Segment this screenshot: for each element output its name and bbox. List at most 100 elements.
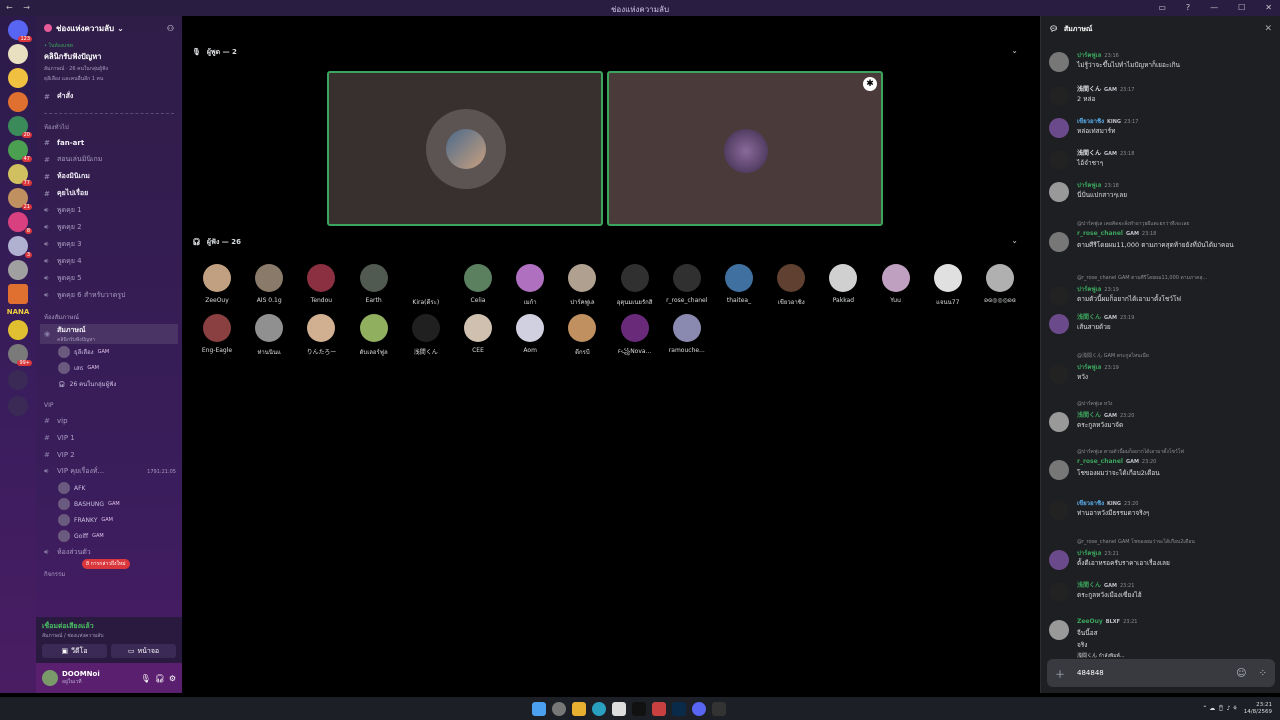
- help-icon[interactable]: ?: [1186, 3, 1190, 12]
- vip-voice-channel[interactable]: 🔊︎ VIP คุยเรื่องทั่... 1791:21:05: [36, 463, 182, 480]
- message-author[interactable]: ZeeOuy BLXF 23:21: [1077, 618, 1137, 625]
- listener[interactable]: ดับเลอร์ฟูล: [351, 314, 397, 357]
- message-author[interactable]: 浅間くん GAM 23:19: [1077, 312, 1134, 321]
- avatar[interactable]: [1049, 412, 1069, 432]
- server-icon[interactable]: [8, 260, 28, 280]
- category-interview[interactable]: ห้องสัมภาษณ์: [36, 310, 182, 324]
- vip-channel-item[interactable]: # VIP 2: [36, 446, 182, 463]
- avatar[interactable]: [1049, 86, 1069, 106]
- server-icon[interactable]: [8, 92, 28, 112]
- plus-icon[interactable]: ＋: [1055, 666, 1065, 681]
- message-author[interactable]: ปาร์คฟูเล 23:18: [1077, 180, 1119, 190]
- video-button[interactable]: ▣ วีดีโอ: [42, 644, 107, 658]
- listener[interactable]: แจนน77: [925, 264, 971, 307]
- start-icon[interactable]: [532, 701, 546, 716]
- event-card[interactable]: • ในห้องแชท คลินิกรับฟังปัญหา สัมภาษณ์ ·…: [36, 40, 182, 88]
- reply-preview[interactable]: @ปาร์คฟูเล หวัง: [1077, 400, 1112, 408]
- listener[interactable]: AIS 0.1g: [246, 264, 292, 304]
- minimize-button[interactable]: —: [1210, 3, 1218, 12]
- listener[interactable]: ดีกรบี: [559, 314, 605, 357]
- listener[interactable]: thaitea_: [716, 264, 762, 304]
- folder-icon[interactable]: [572, 701, 586, 716]
- listener[interactable]: อุตุนมเนยรักสิ: [612, 264, 658, 307]
- message-author[interactable]: เขียวอาชิง KING 23:20: [1077, 498, 1138, 508]
- speaker-tile[interactable]: ✱: [607, 71, 883, 226]
- collapse-listeners-icon[interactable]: ⌄: [1011, 236, 1018, 245]
- server-icon[interactable]: 47: [8, 140, 32, 162]
- avatar[interactable]: [1049, 620, 1069, 640]
- gear-icon[interactable]: ⚙: [169, 674, 176, 683]
- close-icon[interactable]: ✕: [1264, 24, 1272, 34]
- speaker-tile[interactable]: [327, 71, 603, 226]
- category-vip[interactable]: VIP: [36, 398, 182, 412]
- tray-icons[interactable]: ⌃ ☁ 🔋︎ ♪ ⚘: [1202, 705, 1237, 712]
- avatar[interactable]: [1049, 182, 1069, 202]
- apps-icon[interactable]: ⁘: [1259, 668, 1267, 679]
- collapse-speakers-icon[interactable]: ⌄: [1011, 46, 1018, 55]
- server-icon[interactable]: 99+: [8, 344, 32, 366]
- stage-listeners-count[interactable]: 🎧︎ 26 คนในกลุ่มผู้ฟัง: [36, 376, 182, 392]
- message-author[interactable]: 浅間くん GAM 23:20: [1077, 410, 1134, 419]
- reply-preview[interactable]: @r_rose_chanel GAM ตามศีรีโดยผม11,000 ตา…: [1077, 274, 1207, 282]
- emoji-icon[interactable]: ☺: [1236, 668, 1246, 679]
- reply-preview[interactable]: @浅間くん GAM ตระกูลไหนเนี่ย: [1077, 352, 1149, 360]
- store-icon[interactable]: [612, 701, 626, 716]
- chat-input[interactable]: ＋ 484848 ☺ ⁘: [1047, 659, 1275, 687]
- stage-user[interactable]: เสธ GAM: [36, 360, 182, 376]
- message-author[interactable]: 浅間くん GAM 23:18: [1077, 148, 1134, 157]
- voice-channel-item[interactable]: 🔊︎ พูดคุย 6 สำหรับวาดรูป: [36, 287, 182, 304]
- message-author[interactable]: ปาร์คฟูเล 23:19: [1077, 284, 1119, 294]
- listener[interactable]: r_rose_chanel: [664, 264, 710, 304]
- add-server-icon[interactable]: [8, 370, 28, 390]
- message-author[interactable]: 浅間くん GAM 23:17: [1077, 84, 1134, 93]
- voice-channel-item[interactable]: 🔊︎ พูดคุย 3: [36, 236, 182, 253]
- server-icon[interactable]: 8: [8, 212, 32, 234]
- listener[interactable]: Pakkad: [820, 264, 866, 304]
- avatar[interactable]: [1049, 550, 1069, 570]
- message-author[interactable]: ปาร์คฟูเล 23:19: [1077, 362, 1119, 372]
- inbox-icon[interactable]: ▭: [1158, 3, 1166, 12]
- avatar[interactable]: [1049, 52, 1069, 72]
- server-icon[interactable]: 77: [8, 164, 32, 186]
- channel-commands[interactable]: # คำสั่ง: [36, 88, 182, 105]
- listener[interactable]: Earth: [351, 264, 397, 304]
- channel-item[interactable]: # ห้องมินิเกม: [36, 168, 182, 185]
- message-author[interactable]: r_rose_chanel GAM 23:20: [1077, 458, 1156, 465]
- channel-item[interactable]: # fan-art: [36, 134, 182, 151]
- listener[interactable]: ramouche...: [664, 314, 710, 354]
- avatar[interactable]: [1049, 232, 1069, 252]
- voice-channel-item[interactable]: 🔊︎ พูดคุย 4: [36, 253, 182, 270]
- vip-channel-item[interactable]: # vip: [36, 412, 182, 429]
- listener[interactable]: Kira(ดีระ): [403, 264, 449, 307]
- avatar[interactable]: [42, 670, 58, 686]
- clock[interactable]: 23:21 14/8/2569: [1244, 702, 1272, 716]
- listener[interactable]: เมก้า: [507, 264, 553, 307]
- voice-user[interactable]: FRANKY GAM: [36, 512, 182, 528]
- message-author[interactable]: เขียวอาชิง KING 23:17: [1077, 116, 1138, 126]
- listener[interactable]: Celia: [455, 264, 501, 304]
- maximize-button[interactable]: ☐: [1238, 3, 1245, 12]
- explore-icon[interactable]: [8, 396, 28, 416]
- voice-user[interactable]: AFK: [36, 480, 182, 496]
- channel-item[interactable]: # สอนเล่นมินิเกม: [36, 151, 182, 168]
- voice-channel-item[interactable]: 🔊︎ พูดคุย 5: [36, 270, 182, 287]
- voice-user[interactable]: Golff GAM: [36, 528, 182, 544]
- stage-user[interactable]: ธุลีเลือง GAM: [36, 344, 182, 360]
- search-icon[interactable]: [552, 701, 566, 716]
- listener[interactable]: Yuu: [873, 264, 919, 304]
- edge-icon[interactable]: [592, 701, 606, 716]
- voice-user[interactable]: BASHUNG GAM: [36, 496, 182, 512]
- channel-item[interactable]: # คุยไปเรื่อย: [36, 185, 182, 202]
- voice-channel-item[interactable]: 🔊︎ พูดคุย 1: [36, 202, 182, 219]
- server-icon[interactable]: 20: [8, 116, 32, 138]
- listener[interactable]: ʚɞ◎◎◎ʚɞ: [977, 264, 1023, 304]
- category-general[interactable]: ห้องทั่วไป: [36, 120, 182, 134]
- listener[interactable]: ปาร์คฟูเล: [559, 264, 605, 307]
- photoshop-icon[interactable]: [672, 701, 686, 716]
- avatar[interactable]: [1049, 314, 1069, 334]
- xbox-icon[interactable]: [712, 701, 726, 716]
- mentions-pill[interactable]: 8 การกล่าวถึงใหม่: [82, 559, 130, 569]
- message-author[interactable]: ปาร์คฟูเล 23:16: [1077, 50, 1119, 60]
- reply-preview[interactable]: @ปาร์คฟูเล ตามตัวนี้ผมก็อยากได้เอามาตั้ง…: [1077, 448, 1184, 456]
- message-author[interactable]: 浅間くん GAM 23:21: [1077, 580, 1134, 589]
